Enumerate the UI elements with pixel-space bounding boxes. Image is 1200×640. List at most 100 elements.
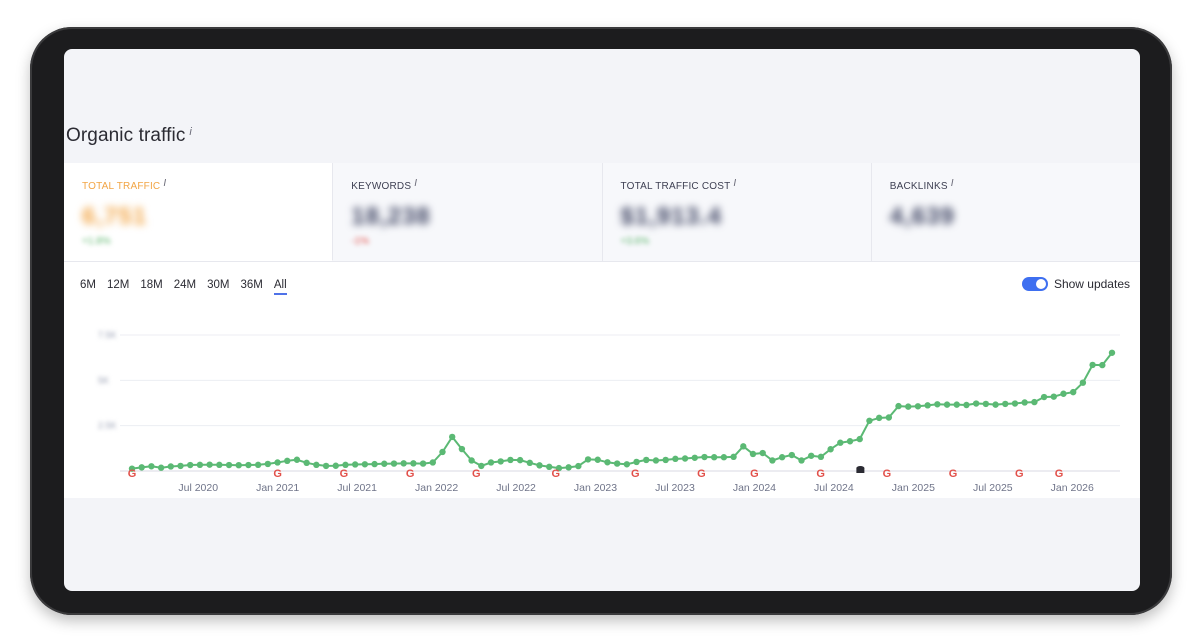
data-point: [148, 463, 155, 470]
data-point: [371, 460, 378, 468]
data-point: [381, 460, 388, 467]
data-point: [827, 446, 834, 453]
metric-total-traffic-cost[interactable]: TOTAL TRAFFIC COST i $1,913.4 +3.6%: [602, 163, 872, 261]
x-tick-label: Jul 2022: [496, 482, 536, 494]
data-point: [594, 456, 601, 463]
y-tick-label: 2.5K: [98, 421, 117, 431]
data-point: [439, 448, 446, 456]
page-title: Organic traffic i: [66, 125, 192, 147]
google-update-icon: G: [697, 468, 706, 480]
data-point: [604, 459, 611, 466]
data-point: [905, 403, 912, 410]
data-point: [846, 438, 854, 445]
metric-label: TOTAL TRAFFIC i: [82, 178, 166, 192]
data-point: [672, 455, 679, 463]
traffic-chart: 7.5K 5K 2.5K Jul 2020 Jan 2021 Jul 2021 Jan 20…: [98, 330, 1120, 494]
info-icon[interactable]: i: [189, 126, 192, 138]
data-point: [788, 451, 796, 459]
data-point: [351, 461, 359, 468]
show-updates-label: Show updates: [1053, 277, 1130, 291]
metrics-row: TOTAL TRAFFIC i 6,751 +1.8% KEYWORDS i 18,…: [64, 163, 1140, 262]
data-point: [516, 456, 524, 464]
data-point: [701, 453, 708, 461]
google-update-icon: G: [816, 468, 825, 480]
metric-keywords[interactable]: KEYWORDS i 18,238 -1%: [333, 163, 603, 261]
info-icon[interactable]: i: [163, 178, 166, 189]
google-update-icon: G: [340, 468, 349, 480]
data-point: [710, 454, 718, 461]
data-point: [565, 464, 572, 471]
data-point: [400, 460, 407, 467]
metric-backlinks[interactable]: BACKLINKS i 4,639: [871, 163, 1140, 261]
data-point: [1060, 390, 1067, 397]
data-point: [322, 462, 330, 470]
data-point: [1079, 379, 1087, 386]
show-updates: Show updates: [1021, 277, 1130, 291]
data-point: [206, 461, 213, 468]
data-point: [536, 462, 543, 469]
data-point: [652, 457, 660, 464]
metric-total-traffic[interactable]: TOTAL TRAFFIC i 6,751 +1.8%: [64, 163, 334, 261]
x-tick-label: Jul 2021: [337, 482, 377, 494]
data-point: [584, 456, 592, 463]
x-tick-label: Jan 2021: [256, 482, 299, 494]
info-icon[interactable]: i: [951, 178, 954, 189]
show-updates-toggle[interactable]: [1021, 277, 1048, 291]
data-point: [332, 462, 339, 469]
data-point: [235, 461, 242, 469]
range-18m[interactable]: 18M: [140, 279, 162, 295]
range-6m[interactable]: 6M: [80, 279, 96, 295]
data-point: [526, 459, 534, 467]
data-point: [943, 401, 951, 408]
data-point: [429, 459, 436, 466]
x-tick-label: Jul 2025: [973, 482, 1013, 494]
google-update-icon: G: [128, 468, 137, 480]
google-update-icon: G: [1015, 468, 1024, 480]
data-point: [1002, 400, 1009, 408]
metric-label-text: KEYWORDS: [351, 181, 412, 192]
data-point: [1108, 349, 1116, 356]
data-point: [196, 461, 204, 469]
x-tick-label: Jan 2022: [415, 482, 458, 494]
range-36m[interactable]: 36M: [240, 279, 262, 295]
metric-change: +3.6%: [620, 236, 650, 247]
metric-label: KEYWORDS i: [351, 178, 417, 192]
data-point: [623, 461, 631, 468]
data-point: [778, 454, 786, 461]
x-tick-label: Jan 2025: [892, 482, 935, 494]
range-30m[interactable]: 30M: [207, 279, 229, 295]
data-point: [274, 459, 281, 466]
data-point: [448, 433, 456, 441]
range-all[interactable]: All: [273, 279, 287, 295]
metric-label: BACKLINKS i: [890, 178, 954, 192]
data-point: [769, 457, 776, 464]
x-tick-label: Jan 2026: [1051, 482, 1094, 494]
info-icon[interactable]: i: [414, 178, 417, 189]
data-point: [284, 457, 291, 465]
data-point: [254, 461, 262, 469]
data-point: [487, 459, 495, 466]
data-point: [225, 461, 233, 469]
data-point: [264, 460, 272, 468]
data-point: [187, 461, 194, 469]
data-point: [681, 455, 689, 462]
data-point: [177, 462, 184, 470]
series-line: [131, 352, 1113, 470]
data-point: [934, 401, 941, 408]
range-12m[interactable]: 12M: [107, 279, 129, 295]
data-point: [575, 462, 582, 470]
data-point: [972, 400, 980, 407]
data-point: [245, 461, 252, 469]
metric-change: +1.8%: [82, 236, 111, 247]
data-point: [613, 460, 621, 467]
google-update-icon: G: [750, 468, 759, 480]
range-24m[interactable]: 24M: [174, 279, 196, 295]
data-point: [866, 417, 873, 424]
traffic-panel: TOTAL TRAFFIC i 6,751 +1.8% KEYWORDS i 18,…: [64, 163, 1140, 498]
metric-label-text: TOTAL TRAFFIC: [82, 181, 161, 192]
data-point: [1099, 361, 1106, 369]
y-tick-label: 5K: [98, 375, 109, 385]
data-point: [293, 456, 301, 463]
data-point: [875, 414, 883, 422]
info-icon[interactable]: i: [733, 178, 736, 189]
